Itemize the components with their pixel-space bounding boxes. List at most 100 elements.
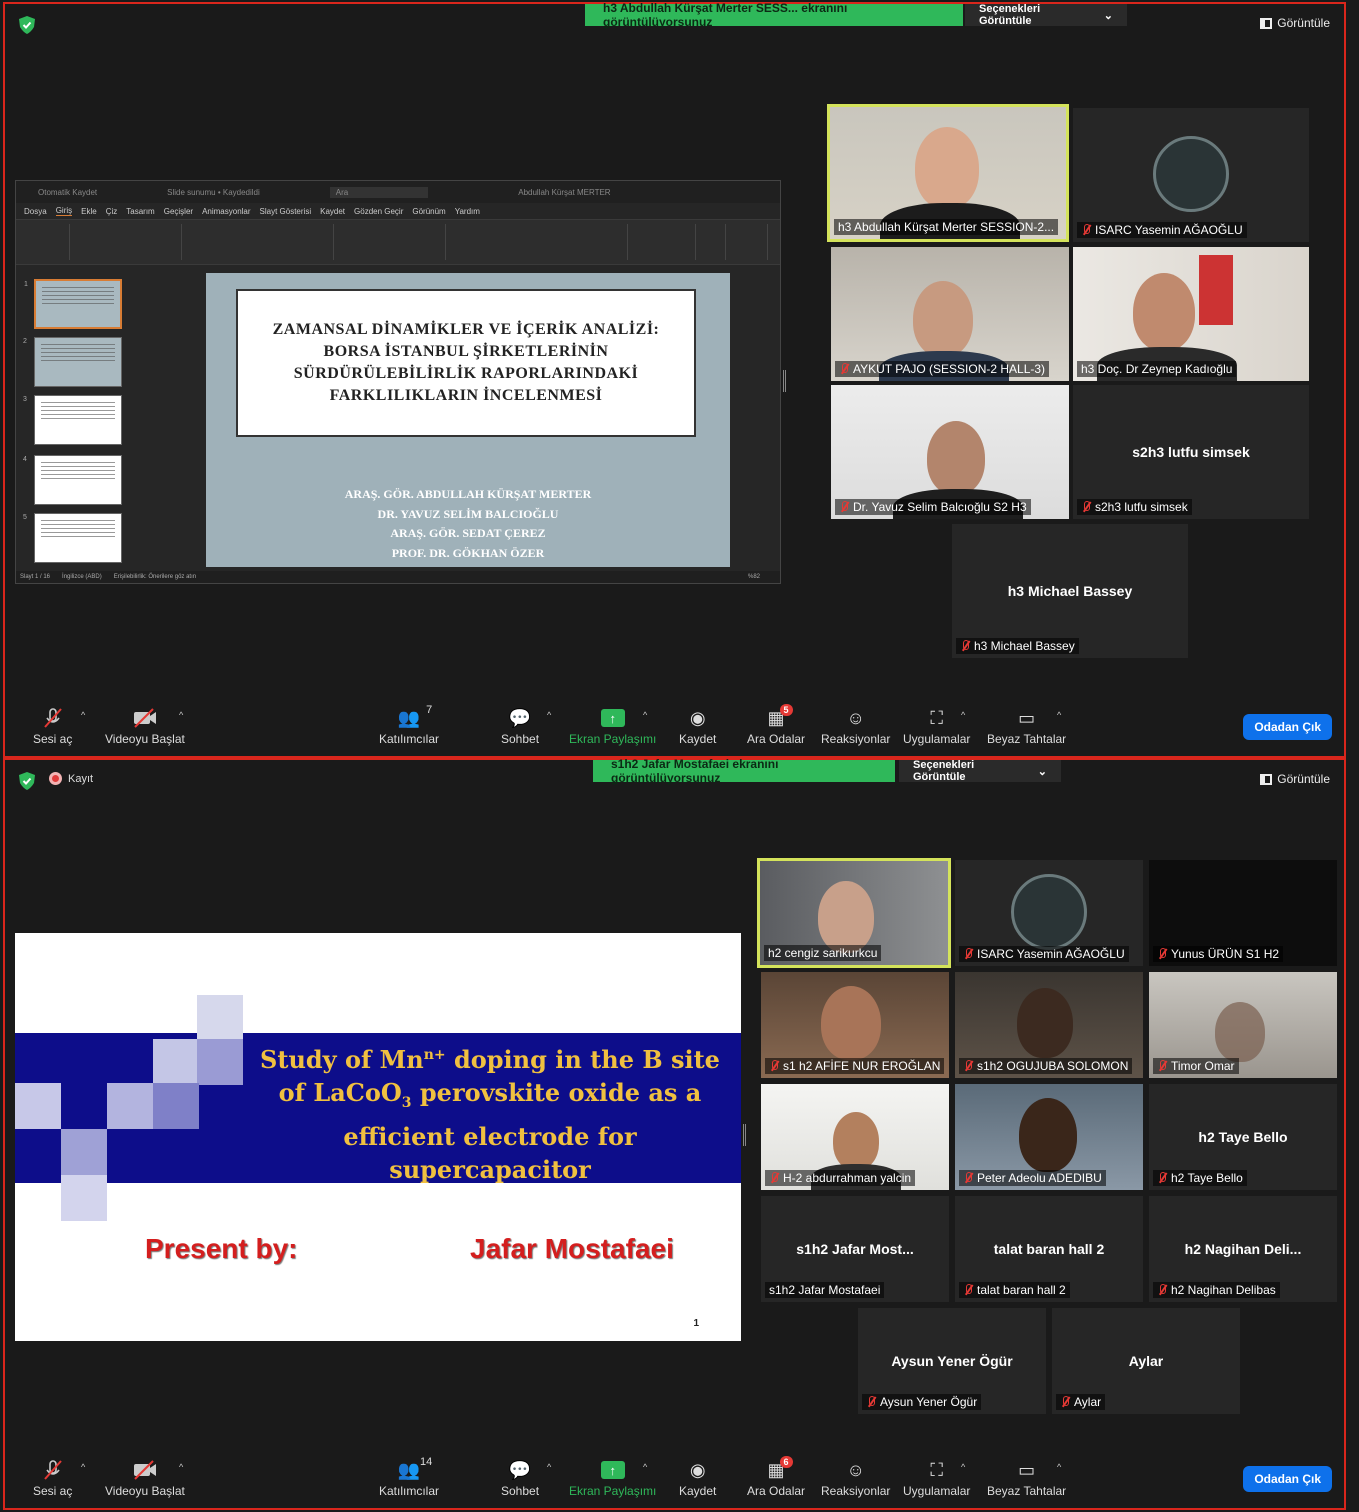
record-button[interactable]: ◉ Kaydet — [679, 706, 716, 747]
chevron-up-icon[interactable]: ^ — [643, 710, 647, 720]
participant-name: s1h2 Jafar Mostafaei — [765, 1282, 885, 1298]
chat-button[interactable]: 💬 Sohbet — [501, 706, 539, 747]
video-tile[interactable]: ISARC Yasemin AĞAOĞLU — [1073, 108, 1309, 242]
leave-room-button[interactable]: Odadan Çık — [1243, 1466, 1332, 1492]
ppt-menu-item[interactable]: Giriş — [55, 206, 73, 216]
start-video-button[interactable]: Videoyu Başlat — [105, 706, 185, 746]
ppt-menu-item[interactable]: Animasyonlar — [202, 207, 250, 216]
ppt-menu-item[interactable]: Kaydet — [320, 207, 345, 216]
breakout-rooms-button[interactable]: ▦ 6 Ara Odalar — [747, 1456, 805, 1498]
video-tile[interactable]: Timor Omar — [1149, 972, 1337, 1078]
unmute-button[interactable]: Sesi aç — [33, 706, 72, 746]
chevron-up-icon[interactable]: ^ — [961, 1462, 965, 1472]
slide-thumbnail[interactable]: 1 — [24, 279, 122, 329]
breakout-rooms-button[interactable]: ▦ 5 Ara Odalar — [747, 704, 805, 746]
panel-splitter[interactable] — [783, 370, 786, 392]
view-options-dropdown[interactable]: Seçenekleri Görüntüle ⌄ — [965, 3, 1127, 27]
recording-indicator[interactable]: Kayıt — [49, 772, 93, 785]
chat-button[interactable]: 💬 Sohbet — [501, 1458, 539, 1499]
panel-splitter[interactable] — [743, 1124, 746, 1146]
encryption-shield-icon[interactable] — [19, 772, 35, 790]
chevron-up-icon[interactable]: ^ — [643, 1462, 647, 1472]
video-tile[interactable]: talat baran hall 2 talat baran hall 2 — [955, 1196, 1143, 1302]
video-tile[interactable]: h3 Michael Bassey h3 Michael Bassey — [952, 524, 1188, 658]
chevron-up-icon[interactable]: ^ — [179, 1462, 183, 1472]
reactions-button[interactable]: ☺ Reaksiyonlar — [821, 1458, 890, 1499]
video-tile[interactable]: s1h2 Jafar Most... s1h2 Jafar Mostafaei — [761, 1196, 949, 1302]
ppt-menu-item[interactable]: Yardım — [455, 207, 480, 216]
view-options-dropdown[interactable]: Seçenekleri Görüntüle ⌄ — [899, 759, 1061, 783]
participant-center-name: s2h3 lutfu simsek — [1132, 444, 1250, 460]
video-tile[interactable]: Aysun Yener Ögür Aysun Yener Ögür — [858, 1308, 1046, 1414]
view-grid-icon — [1260, 773, 1273, 785]
record-icon: ◉ — [689, 707, 706, 728]
ppt-ribbon — [16, 219, 780, 265]
chevron-up-icon[interactable]: ^ — [1057, 710, 1061, 720]
video-tile[interactable]: Aylar Aylar — [1052, 1308, 1240, 1414]
video-tile[interactable]: s1 h2 AFİFE NUR EROĞLAN — [761, 972, 949, 1078]
participants-button[interactable]: 👥 7 Katılımcılar — [379, 704, 439, 746]
ppt-menu-item[interactable]: Tasarım — [126, 207, 154, 216]
chevron-up-icon[interactable]: ^ — [547, 1462, 551, 1472]
leave-room-button[interactable]: Odadan Çık — [1243, 714, 1332, 740]
muted-mic-icon — [963, 1172, 973, 1184]
chevron-up-icon[interactable]: ^ — [81, 1462, 85, 1472]
encryption-shield-icon[interactable] — [19, 16, 35, 34]
participants-button[interactable]: 👥 14 Katılımcılar — [379, 1456, 439, 1498]
author-line: DR. YAVUZ SELİM BALCIOĞLU — [377, 506, 559, 521]
video-tile[interactable]: h2 Nagihan Deli... h2 Nagihan Delibas — [1149, 1196, 1337, 1302]
video-tile[interactable]: h3 Doç. Dr Zeynep Kadıoğlu — [1073, 247, 1309, 381]
chevron-up-icon[interactable]: ^ — [1057, 1462, 1061, 1472]
author-line: ARAŞ. GÖR. ABDULLAH KÜRŞAT MERTER — [344, 487, 592, 501]
participant-name: Timor Omar — [1153, 1058, 1239, 1074]
start-video-button[interactable]: Videoyu Başlat — [105, 1458, 185, 1498]
chevron-up-icon[interactable]: ^ — [961, 710, 965, 720]
chat-icon: 💬 — [508, 1459, 532, 1480]
reactions-button[interactable]: ☺ Reaksiyonlar — [821, 706, 890, 747]
video-tile[interactable]: Yunus ÜRÜN S1 H2 — [1149, 860, 1337, 966]
chevron-up-icon[interactable]: ^ — [81, 710, 85, 720]
slide-thumbnail[interactable]: 2 — [23, 337, 122, 387]
ppt-menu-item[interactable]: Slayt Gösterisi — [260, 207, 312, 216]
ppt-menu-item[interactable]: Çiz — [106, 207, 118, 216]
video-tile[interactable]: AYKUT PAJO (SESSION-2 HALL-3) — [831, 247, 1069, 381]
whiteboards-button[interactable]: ▭ Beyaz Tahtalar — [987, 1458, 1066, 1499]
participant-name: AYKUT PAJO (SESSION-2 HALL-3) — [835, 361, 1050, 377]
video-tile[interactable]: h2 cengiz sarikurkcu — [757, 858, 951, 968]
participant-name: s1 h2 AFİFE NUR EROĞLAN — [765, 1058, 945, 1074]
ppt-user: Abdullah Kürşat MERTER — [518, 187, 611, 197]
participant-name: h3 Abdullah Kürşat Merter SESSION-2... — [834, 219, 1059, 235]
video-tile[interactable]: Dr. Yavuz Selim Balcıoğlu S2 H3 — [831, 385, 1069, 519]
chevron-up-icon[interactable]: ^ — [547, 710, 551, 720]
chevron-up-icon[interactable]: ^ — [179, 710, 183, 720]
isarc-logo — [1011, 874, 1087, 950]
view-button[interactable]: Görüntüle — [1260, 16, 1330, 30]
slide-thumbnail[interactable]: 3 — [23, 395, 122, 445]
video-tile[interactable]: s1h2 OGUJUBA SOLOMON — [955, 972, 1143, 1078]
share-screen-icon: ↑ — [600, 1458, 625, 1482]
reaction-smile-icon: ☺ — [846, 1459, 865, 1480]
chevron-down-icon: ⌄ — [1103, 9, 1113, 22]
chat-icon: 💬 — [508, 707, 532, 728]
ppt-slide-thumbnails[interactable]: 1 2 3 4 5 — [20, 273, 134, 573]
video-tile[interactable]: ISARC Yasemin AĞAOĞLU — [955, 860, 1143, 966]
slide-thumbnail[interactable]: 5 — [23, 513, 122, 563]
record-button[interactable]: ◉ Kaydet — [679, 1458, 716, 1499]
video-tile[interactable]: h2 Taye Bello h2 Taye Bello — [1149, 1084, 1337, 1190]
whiteboards-button[interactable]: ▭ Beyaz Tahtalar — [987, 706, 1066, 747]
video-tile[interactable]: H-2 abdurrahman yalcin — [761, 1084, 949, 1190]
view-button[interactable]: Görüntüle — [1260, 772, 1330, 786]
video-tile[interactable]: h3 Abdullah Kürşat Merter SESSION-2... — [827, 104, 1069, 242]
slide-thumbnail[interactable]: 4 — [23, 455, 122, 505]
ppt-menu-item[interactable]: Dosya — [24, 207, 47, 216]
ppt-menu-item[interactable]: Görünüm — [412, 207, 445, 216]
muted-mic-icon — [1060, 1396, 1070, 1408]
chevron-down-icon: ⌄ — [1037, 765, 1047, 778]
unmute-button[interactable]: Sesi aç — [33, 1458, 72, 1498]
ppt-menu-item[interactable]: Geçişler — [164, 207, 193, 216]
ppt-menu-item[interactable]: Ekle — [81, 207, 97, 216]
video-tile[interactable]: s2h3 lutfu simsek s2h3 lutfu simsek — [1073, 385, 1309, 519]
video-tile[interactable]: Peter Adeolu ADEDIBU — [955, 1084, 1143, 1190]
present-by-label: Present by: — [145, 1233, 298, 1264]
ppt-menu-item[interactable]: Gözden Geçir — [354, 207, 403, 216]
